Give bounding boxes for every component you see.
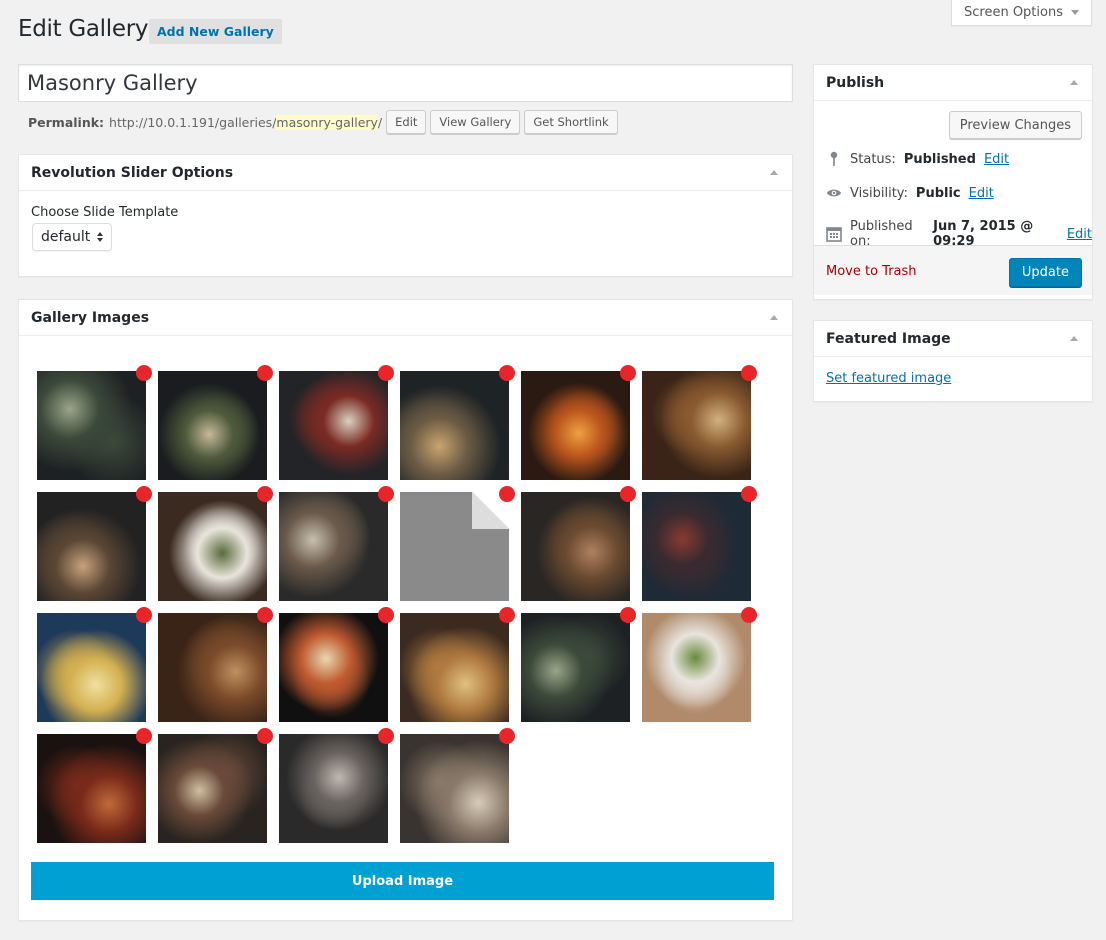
gallery-images-title: Gallery Images	[31, 309, 150, 326]
pin-icon	[826, 151, 842, 167]
preview-changes-button[interactable]: Preview Changes	[948, 111, 1082, 139]
featured-image-box: Featured Image Set featured image	[813, 320, 1093, 402]
remove-image-button[interactable]	[378, 728, 394, 744]
collapse-arrow-icon[interactable]	[1070, 336, 1078, 341]
gallery-thumbnail[interactable]	[642, 613, 751, 722]
gallery-thumbnail[interactable]	[642, 371, 751, 480]
visibility-value: Public	[915, 185, 961, 201]
permalink-trail: /	[377, 114, 383, 130]
remove-image-button[interactable]	[499, 607, 515, 623]
move-to-trash-link[interactable]: Move to Trash	[826, 264, 917, 279]
gallery-thumbnail[interactable]	[37, 371, 146, 480]
remove-image-button[interactable]	[620, 365, 636, 381]
status-row: Status: Published Edit	[826, 151, 1009, 167]
featured-image-header[interactable]: Featured Image	[814, 321, 1092, 357]
gallery-thumbnail[interactable]	[158, 613, 267, 722]
edit-permalink-button[interactable]: Edit	[386, 110, 427, 134]
status-label: Status:	[850, 151, 896, 167]
remove-image-button[interactable]	[378, 486, 394, 502]
select-arrows-icon	[97, 232, 103, 242]
gallery-thumbnail[interactable]	[642, 492, 751, 601]
remove-image-button[interactable]	[378, 607, 394, 623]
gallery-thumbnail[interactable]	[400, 492, 509, 601]
update-button[interactable]: Update	[1008, 258, 1082, 287]
collapse-arrow-icon[interactable]	[1070, 80, 1078, 85]
permalink-base: http://10.0.1.191/galleries/	[109, 114, 277, 130]
remove-image-button[interactable]	[741, 365, 757, 381]
remove-image-button[interactable]	[257, 486, 273, 502]
gallery-images-box: Gallery Images Upload Image	[18, 299, 793, 921]
slide-template-select[interactable]: default	[32, 223, 112, 251]
remove-image-button[interactable]	[620, 486, 636, 502]
status-value: Published	[903, 151, 976, 167]
eye-icon	[826, 185, 842, 201]
publish-actions: Move to Trash Update	[814, 245, 1092, 295]
permalink-label: Permalink:	[28, 114, 105, 130]
visibility-label: Visibility:	[850, 185, 908, 201]
remove-image-button[interactable]	[378, 365, 394, 381]
remove-image-button[interactable]	[620, 607, 636, 623]
gallery-images-header[interactable]: Gallery Images	[19, 300, 792, 336]
gallery-thumbnail[interactable]	[400, 371, 509, 480]
published-edit-link[interactable]: Edit	[1067, 227, 1092, 242]
collapse-arrow-icon[interactable]	[770, 315, 778, 320]
gallery-thumbnail[interactable]	[279, 371, 388, 480]
gallery-thumbnail[interactable]	[521, 613, 630, 722]
remove-image-button[interactable]	[136, 486, 152, 502]
slider-options-box: Revolution Slider Options Choose Slide T…	[18, 154, 793, 277]
page-title: Edit Gallery	[18, 16, 149, 42]
slide-template-value: default	[41, 229, 91, 245]
gallery-thumbnail[interactable]	[279, 613, 388, 722]
post-title-input[interactable]: Masonry Gallery	[18, 64, 793, 102]
calendar-icon	[826, 226, 842, 242]
gallery-thumbnail[interactable]	[400, 734, 509, 843]
remove-image-button[interactable]	[257, 365, 273, 381]
screen-options-button[interactable]: Screen Options	[951, 0, 1092, 26]
gallery-thumbnail[interactable]	[521, 492, 630, 601]
gallery-thumbnail[interactable]	[158, 734, 267, 843]
gallery-thumbnail[interactable]	[158, 492, 267, 601]
publish-header[interactable]: Publish	[814, 65, 1092, 101]
permalink-row: Permalink: http://10.0.1.191/galleries/ …	[28, 110, 618, 134]
visibility-row: Visibility: Public Edit	[826, 185, 994, 201]
caret-down-icon	[1071, 10, 1079, 15]
screen-options-label: Screen Options	[964, 5, 1063, 20]
gallery-thumbnail[interactable]	[37, 492, 146, 601]
slide-template-label: Choose Slide Template	[31, 205, 179, 220]
gallery-thumbnail[interactable]	[400, 613, 509, 722]
permalink-slug[interactable]: masonry-gallery	[276, 114, 378, 130]
slider-options-header[interactable]: Revolution Slider Options	[19, 155, 792, 191]
gallery-thumbnail[interactable]	[37, 613, 146, 722]
set-featured-image-link[interactable]: Set featured image	[826, 371, 951, 386]
publish-box: Publish Preview Changes Status: Publishe…	[813, 64, 1093, 300]
slider-options-title: Revolution Slider Options	[31, 164, 234, 181]
gallery-thumbnail[interactable]	[37, 734, 146, 843]
collapse-arrow-icon[interactable]	[770, 170, 778, 175]
remove-image-button[interactable]	[257, 607, 273, 623]
remove-image-button[interactable]	[741, 607, 757, 623]
gallery-thumbnail[interactable]	[521, 371, 630, 480]
status-edit-link[interactable]: Edit	[984, 152, 1009, 167]
document-placeholder-icon	[472, 492, 509, 529]
remove-image-button[interactable]	[136, 365, 152, 381]
remove-image-button[interactable]	[136, 607, 152, 623]
gallery-thumbnail[interactable]	[158, 371, 267, 480]
remove-image-button[interactable]	[741, 486, 757, 502]
remove-image-button[interactable]	[136, 728, 152, 744]
remove-image-button[interactable]	[499, 365, 515, 381]
remove-image-button[interactable]	[499, 728, 515, 744]
gallery-thumbnail[interactable]	[279, 492, 388, 601]
visibility-edit-link[interactable]: Edit	[969, 186, 994, 201]
get-shortlink-button[interactable]: Get Shortlink	[524, 110, 618, 134]
view-gallery-button[interactable]: View Gallery	[430, 110, 521, 134]
featured-image-title: Featured Image	[826, 330, 951, 347]
remove-image-button[interactable]	[499, 486, 515, 502]
add-new-gallery-button[interactable]: Add New Gallery	[149, 19, 282, 44]
gallery-thumbnail[interactable]	[279, 734, 388, 843]
publish-title: Publish	[826, 74, 885, 91]
remove-image-button[interactable]	[257, 728, 273, 744]
upload-image-button[interactable]: Upload Image	[31, 862, 774, 900]
